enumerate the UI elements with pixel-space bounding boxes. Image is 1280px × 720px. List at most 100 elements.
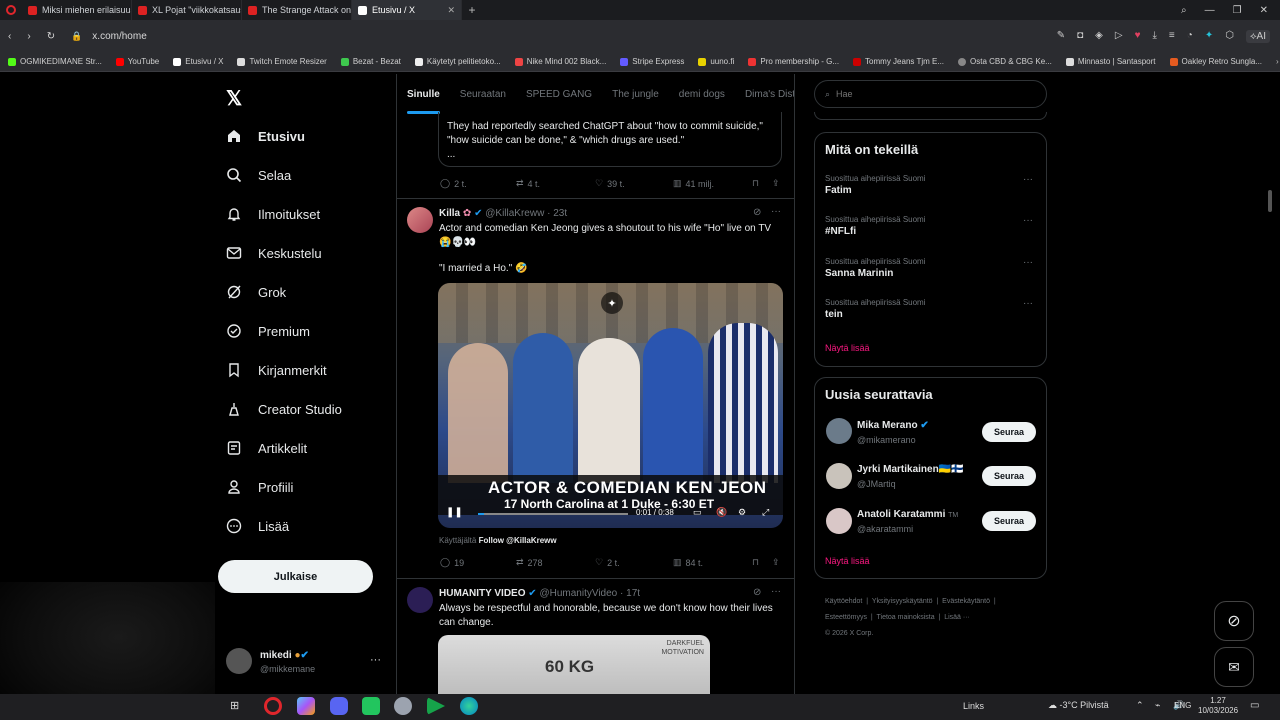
app-taskbar-icon[interactable] <box>297 697 315 715</box>
mute-icon[interactable]: 🔇 <box>716 507 727 518</box>
source-link[interactable]: Follow @KillaKreww <box>479 536 557 545</box>
views-button[interactable]: ▥ 84 t. <box>673 557 703 568</box>
avatar[interactable] <box>407 207 433 233</box>
footer-link[interactable]: Esteettömyys <box>825 614 867 621</box>
avatar[interactable] <box>826 418 852 444</box>
captions-icon[interactable]: ▭ <box>693 507 702 518</box>
follow-button[interactable]: Seuraa <box>982 466 1036 486</box>
show-more-link[interactable]: Näytä lisää <box>825 343 870 353</box>
follow-name[interactable]: Mika Merano ✔ <box>857 420 929 431</box>
more-options-icon[interactable]: ··· <box>771 586 781 597</box>
repost-button[interactable]: ⇄ 4 t. <box>516 178 540 189</box>
footer-link[interactable]: Lisää ··· <box>944 614 970 621</box>
tab-dimas-dist[interactable]: Dima's Dist <box>735 89 794 100</box>
close-tab-icon[interactable]: ✕ <box>447 5 455 16</box>
settings-icon[interactable]: ⚙ <box>738 507 746 518</box>
browser-tab[interactable]: The Strange Attack on Fli <box>242 0 352 20</box>
tab-demi-dogs[interactable]: demi dogs <box>669 89 735 100</box>
bookmark-item[interactable]: Nike Mind 002 Black... <box>514 57 606 66</box>
search-tabs-icon[interactable]: ⌕ <box>1181 5 1187 16</box>
views-button[interactable]: ▥ 41 milj. <box>673 178 714 189</box>
trend-more-icon[interactable]: ··· <box>1023 174 1033 185</box>
extension-icon[interactable]: ✦ <box>1205 30 1213 43</box>
search-box[interactable]: ⌕ <box>814 80 1047 108</box>
links-toolbar[interactable]: Links <box>963 701 984 711</box>
post-button[interactable]: Julkaise <box>218 560 373 593</box>
grok-floating-button[interactable]: ⊘ <box>1214 601 1254 641</box>
bookmark-item[interactable]: Twitch Emote Resizer <box>237 57 327 66</box>
trend-more-icon[interactable]: ··· <box>1023 298 1033 309</box>
like-button[interactable]: ♡ 2 t. <box>595 557 620 568</box>
network-icon[interactable]: ⌁ <box>1155 700 1160 711</box>
nav-item-explore[interactable]: Selaa <box>226 167 291 183</box>
cube-icon[interactable]: ⬡ <box>1225 30 1234 43</box>
account-menu-icon[interactable]: ··· <box>370 654 381 666</box>
author-name[interactable]: Killa <box>439 208 460 219</box>
follow-button[interactable]: Seuraa <box>982 422 1036 442</box>
tweet-video[interactable]: ACTOR & COMEDIAN KEN JEON 17 North Carol… <box>438 283 783 528</box>
trend-more-icon[interactable]: ··· <box>1023 215 1033 226</box>
follow-name[interactable]: Jyrki Martikainen🇺🇦🇫🇮 <box>857 464 964 475</box>
footer-link[interactable]: Käyttöehdot <box>825 598 862 605</box>
tweet-time[interactable]: · 23t <box>547 208 567 219</box>
bookmark-item[interactable]: Etusivu / X <box>173 57 223 66</box>
share-button[interactable]: ⇪ <box>772 557 780 568</box>
author-name[interactable]: HUMANITY VIDEO <box>439 588 526 599</box>
bookmark-item[interactable]: Oakley Retro Sungla... <box>1169 57 1262 66</box>
nav-item-more[interactable]: Lisää <box>226 518 289 534</box>
edit-icon[interactable]: ✎ <box>1057 30 1065 43</box>
fullscreen-icon[interactable]: ⤢ <box>762 507 769 518</box>
app-taskbar-icon[interactable] <box>394 697 412 715</box>
bookmark-item[interactable]: Käytetyt pelitietoko... <box>414 57 501 66</box>
reply-button[interactable]: ◯ 19 <box>440 557 464 568</box>
follow-button[interactable]: Seuraa <box>982 511 1036 531</box>
opera-logo-icon[interactable] <box>0 0 22 20</box>
tab-for-you[interactable]: Sinulle <box>397 74 450 114</box>
language-indicator[interactable]: ENG <box>1174 701 1191 710</box>
search-input[interactable] <box>836 89 1017 99</box>
forward-icon[interactable]: › <box>27 31 30 42</box>
nav-item-messages[interactable]: Keskustelu <box>226 245 322 261</box>
new-tab-button[interactable]: + <box>462 3 482 17</box>
account-icon[interactable]: ◔ <box>1187 30 1193 43</box>
reply-button[interactable]: ◯ 2 t. <box>440 178 467 189</box>
nav-item-premium[interactable]: Premium <box>226 323 310 339</box>
tab-speed-gang[interactable]: SPEED GANG <box>516 89 602 100</box>
app-taskbar-icon[interactable] <box>362 697 380 715</box>
grok-icon[interactable]: ⊘ <box>753 587 761 598</box>
browser-tab[interactable]: XL Pojat "viikkokatsaus" B <box>132 0 242 20</box>
bookmark-item[interactable]: Osta CBD & CBG Ke... <box>958 57 1052 66</box>
bookmark-item[interactable]: uuno.fi <box>698 57 734 66</box>
close-window-icon[interactable]: ✕ <box>1260 5 1268 16</box>
tab-following[interactable]: Seuraatan <box>450 89 516 100</box>
camera-icon[interactable]: ◘ <box>1077 30 1083 43</box>
browser-tab-active[interactable]: Etusivu / X ✕ <box>352 0 462 20</box>
notifications-icon[interactable]: ▭ <box>1250 700 1259 711</box>
author-handle[interactable]: @HumanityVideo <box>539 588 617 599</box>
minimize-icon[interactable]: — <box>1205 5 1215 16</box>
nav-item-creator-studio[interactable]: Creator Studio <box>226 401 342 417</box>
like-button[interactable]: ♡ 39 t. <box>595 178 625 189</box>
nav-item-bookmarks[interactable]: Kirjanmerkit <box>226 362 327 378</box>
reload-icon[interactable]: ↻ <box>47 31 55 42</box>
trend-item[interactable]: Suosittua aihepiirissä Suomi #NFLfi <box>825 215 926 237</box>
bookmark-button[interactable]: ⊓ <box>752 557 759 568</box>
chevron-up-icon[interactable]: ⌃ <box>1136 700 1144 711</box>
browser-tab[interactable]: Miksi miehen erilaisuus ko <box>22 0 132 20</box>
bookmarks-overflow-icon[interactable]: › <box>1276 57 1280 66</box>
repost-button[interactable]: ⇄ 278 <box>516 557 543 568</box>
play-icon[interactable]: ▷ <box>1115 30 1123 43</box>
author-handle[interactable]: @KillaKreww <box>485 208 544 219</box>
avatar[interactable] <box>826 508 852 534</box>
nav-item-profile[interactable]: Profiili <box>226 479 293 495</box>
tweet-time[interactable]: · 17t <box>620 588 640 599</box>
grok-icon[interactable]: ⊘ <box>753 207 761 218</box>
tweet-image[interactable]: DARKFUEL MOTIVATION 60 KG <box>438 635 710 695</box>
trend-item[interactable]: Suosittua aihepiirissä Suomi tein <box>825 298 926 320</box>
opera-taskbar-icon[interactable] <box>264 697 282 715</box>
footer-link[interactable]: Tietoa mainoksista <box>877 614 935 621</box>
grok-enhance-icon[interactable]: ✦ <box>601 292 623 314</box>
shield-icon[interactable]: ◈ <box>1095 30 1103 43</box>
bookmark-item[interactable]: Minnasto | Santasport <box>1065 57 1156 66</box>
discord-icon[interactable] <box>330 697 348 715</box>
